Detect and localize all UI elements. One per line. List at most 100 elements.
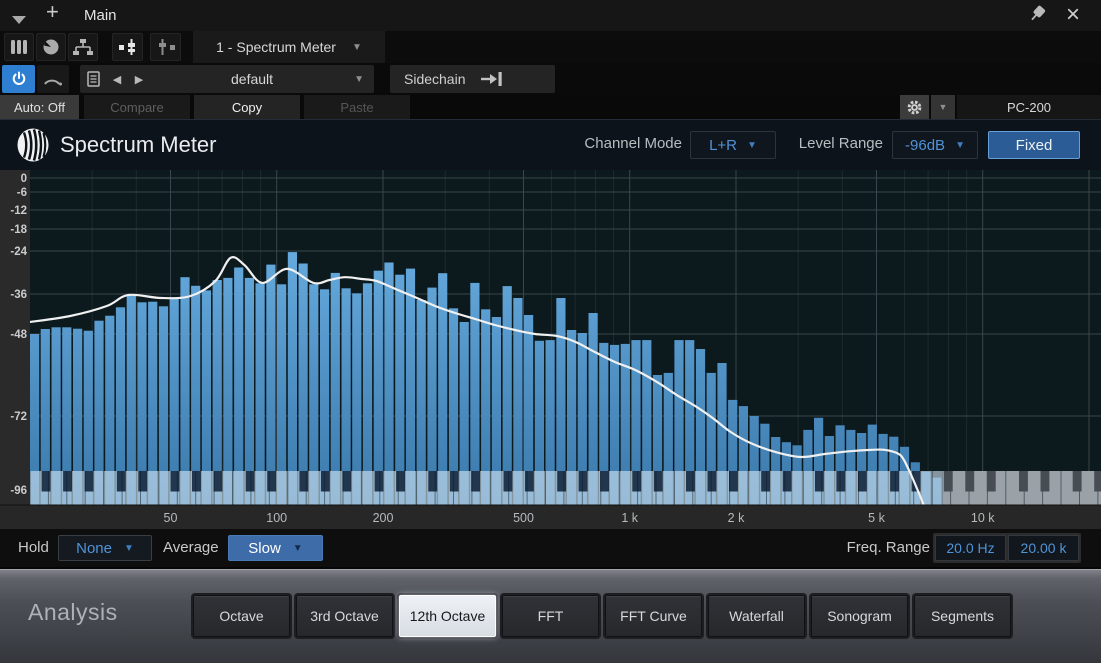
plugin-header: Spectrum Meter Channel Mode L+R ▼ Level … [0, 119, 1101, 170]
gear-icon [907, 100, 922, 114]
window-title: Main [84, 7, 117, 24]
svg-text:10 k: 10 k [971, 511, 995, 525]
svg-text:-24: -24 [10, 246, 27, 258]
previous-preset-button[interactable]: ◀ [106, 65, 128, 93]
hold-value: None [76, 539, 112, 557]
spectrum-analyzer: 0 -6 -12 -18 -24 -36 -48 -72 -96 50 100 200 500 1 k 2 … [0, 170, 1101, 529]
svg-text:-36: -36 [10, 289, 27, 301]
analysis-mode-3rd-octave[interactable]: 3rd Octave [296, 595, 393, 637]
analysis-mode-segments[interactable]: Segments [914, 595, 1011, 637]
svg-text:0: 0 [21, 173, 27, 185]
compact-view-button[interactable] [150, 33, 181, 61]
preset-name[interactable]: default [150, 71, 354, 87]
chevron-down-icon: ▼ [292, 542, 303, 554]
svg-text:500: 500 [513, 511, 534, 525]
add-tab-button[interactable]: + [46, 0, 59, 25]
plugin-title: Spectrum Meter [60, 132, 217, 157]
svg-text:1 k: 1 k [621, 511, 638, 525]
knob-view-button[interactable] [36, 33, 66, 61]
hold-label: Hold [18, 539, 49, 556]
chevron-down-icon [12, 16, 26, 24]
meter-controls: Hold None ▼ Average Slow ▼ Freq. Range 2… [0, 529, 1101, 567]
analysis-mode-octave[interactable]: Octave [193, 595, 290, 637]
svg-text:-48: -48 [10, 329, 27, 341]
analysis-mode-fft-curve[interactable]: FFT Curve [605, 595, 702, 637]
rack-view-icon [11, 40, 27, 54]
analysis-mode-buttons: Octave 3rd Octave 12th Octave FFT FFT Cu… [193, 595, 1011, 637]
channel-selector-tab[interactable]: 1 - Spectrum Meter ▼ [193, 31, 385, 63]
keyboard-overlay [29, 471, 1101, 505]
compare-button[interactable]: Compare [84, 95, 190, 119]
spectrum-display-area: 0 -6 -12 -18 -24 -36 -48 -72 -96 50 100 200 500 1 k 2 … [0, 170, 1101, 529]
analysis-mode-sonogram[interactable]: Sonogram [811, 595, 908, 637]
fixed-scale-toggle[interactable]: Fixed [988, 131, 1080, 159]
channel-mode-label: Channel Mode [584, 135, 682, 152]
freq-range-min-field[interactable]: 20.0 Hz [935, 535, 1006, 561]
device-toolbar: ◀ ▶ default ▼ Sidechain [0, 63, 1101, 95]
preset-list-button[interactable] [80, 65, 106, 93]
preset-bar: ◀ ▶ default ▼ [80, 65, 374, 93]
hold-dropdown[interactable]: None ▼ [58, 535, 152, 561]
analysis-mode-12th-octave[interactable]: 12th Octave [399, 595, 496, 637]
level-range-label: Level Range [798, 135, 883, 152]
svg-text:-18: -18 [10, 224, 27, 236]
plugin-power-button[interactable] [2, 65, 35, 93]
analysis-label: Analysis [28, 599, 118, 625]
preset-dropdown-button[interactable]: ▼ [354, 74, 374, 85]
pin-icon [1031, 5, 1046, 21]
titlebar: + Main × [0, 0, 1101, 31]
average-value: Slow [248, 539, 281, 557]
settings-button[interactable] [900, 95, 929, 119]
compact-view-icon [158, 39, 175, 55]
level-range-value: -96dB [905, 136, 946, 154]
expanded-view-icon [118, 39, 135, 55]
chevron-down-icon: ▼ [351, 41, 362, 53]
svg-text:50: 50 [164, 511, 178, 525]
window-menu-button[interactable] [12, 11, 26, 29]
pin-button[interactable] [1028, 5, 1048, 25]
analysis-mode-fft[interactable]: FFT [502, 595, 599, 637]
spectrum-meter-window: + Main × 1 - Spectrum Meter ▼ ◀ ▶ defaul… [0, 0, 1101, 663]
svg-text:-72: -72 [10, 411, 27, 423]
channel-mode-dropdown[interactable]: L+R ▼ [690, 131, 776, 159]
channel-mode-value: L+R [709, 136, 738, 154]
paste-button[interactable]: Paste [304, 95, 410, 119]
mix-curve-icon [44, 79, 62, 86]
svg-text:-96: -96 [10, 485, 27, 497]
next-preset-button[interactable]: ▶ [128, 65, 150, 93]
hardware-controller-name[interactable]: PC-200 [957, 95, 1101, 119]
average-label: Average [163, 539, 219, 556]
rack-view-button[interactable] [4, 33, 34, 61]
mix-bypass-button[interactable] [37, 65, 69, 93]
svg-text:100: 100 [266, 511, 287, 525]
chevron-down-icon: ▼ [747, 139, 757, 151]
analysis-panel: Analysis Octave 3rd Octave 12th Octave F… [0, 567, 1101, 663]
chevron-down-icon: ▼ [955, 139, 965, 151]
level-range-dropdown[interactable]: -96dB ▼ [892, 131, 978, 159]
hardware-dropdown-button[interactable]: ▼ [931, 95, 955, 119]
routing-view-button[interactable] [68, 33, 98, 61]
knob-view-icon [43, 39, 59, 55]
freq-range-panel: 20.0 Hz 20.00 k [933, 533, 1081, 563]
close-button[interactable]: × [1066, 0, 1080, 30]
svg-text:200: 200 [373, 511, 394, 525]
auto-mode-button[interactable]: Auto: Off [0, 95, 79, 119]
automation-toolbar: Auto: Off Compare Copy Paste ▼ PC-200 [0, 95, 1101, 119]
sidechain-button[interactable]: Sidechain [390, 65, 555, 93]
analysis-mode-waterfall[interactable]: Waterfall [708, 595, 805, 637]
power-icon [12, 71, 25, 85]
svg-text:-12: -12 [10, 205, 27, 217]
presonus-logo-icon [17, 128, 49, 162]
preset-file-icon [86, 71, 100, 87]
channel-tab-label: 1 - Spectrum Meter [216, 39, 336, 55]
chevron-down-icon: ▼ [123, 542, 134, 554]
copy-button[interactable]: Copy [194, 95, 300, 119]
sidechain-label: Sidechain [404, 71, 466, 87]
average-dropdown[interactable]: Slow ▼ [228, 535, 323, 561]
sidechain-input-icon [480, 72, 502, 86]
svg-text:-6: -6 [17, 187, 27, 199]
freq-range-label: Freq. Range [846, 539, 930, 556]
freq-range-max-field[interactable]: 20.00 k [1008, 535, 1079, 561]
expanded-view-button[interactable] [112, 33, 143, 61]
svg-text:5 k: 5 k [868, 511, 885, 525]
